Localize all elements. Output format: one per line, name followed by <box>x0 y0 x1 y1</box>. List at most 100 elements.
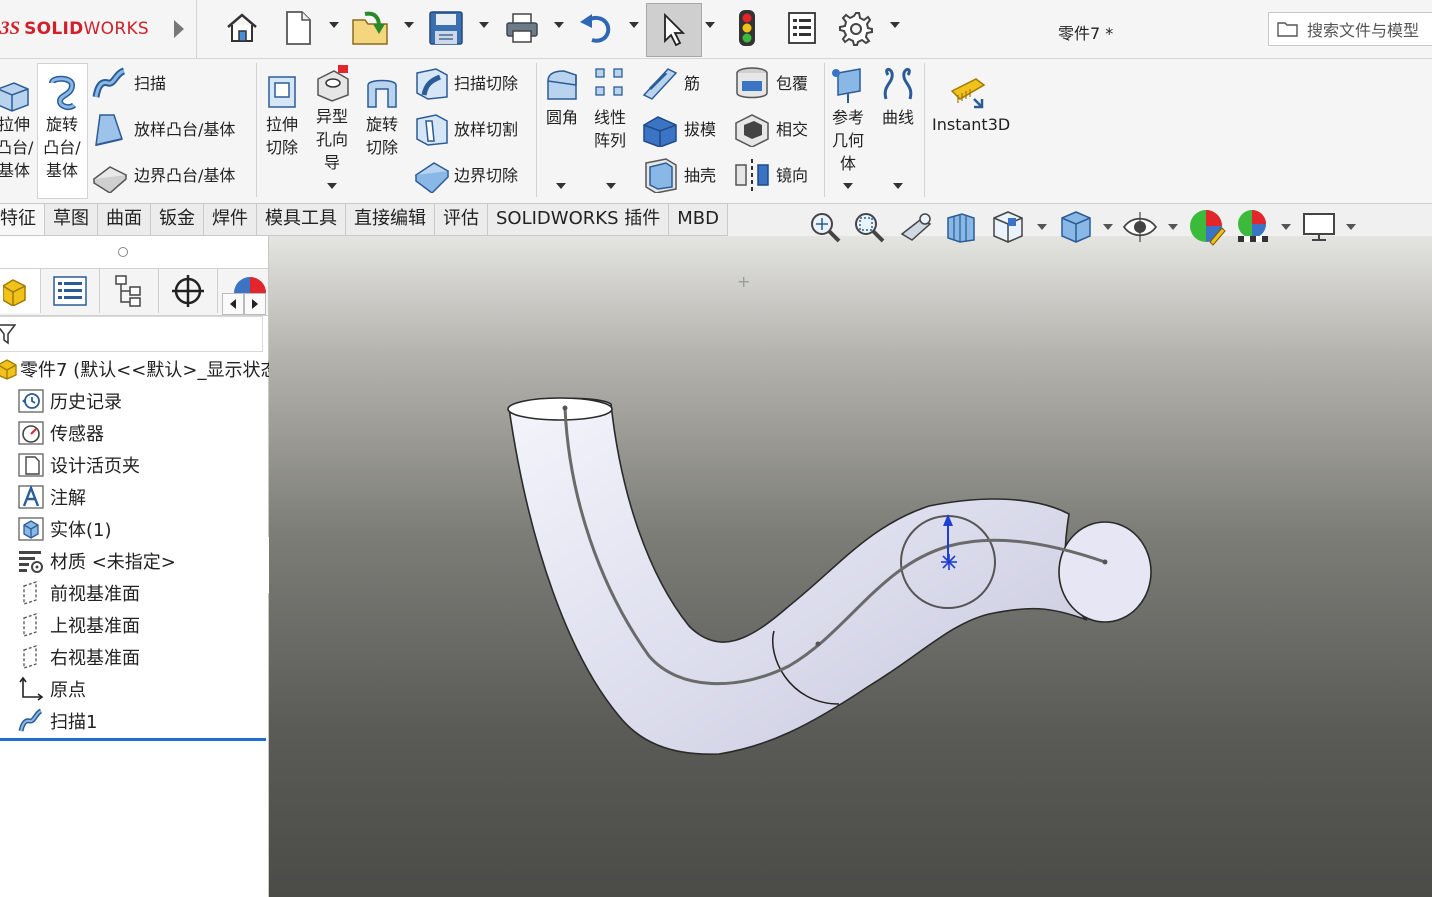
search-input[interactable]: 搜索文件与模型 <box>1268 12 1432 46</box>
curves-icon[interactable] <box>880 65 916 103</box>
swept-cut-label[interactable]: 扫描切除 <box>454 72 518 95</box>
linear-pattern-icon[interactable] <box>594 67 628 103</box>
wrap-icon[interactable] <box>734 65 770 101</box>
sweep-icon[interactable] <box>92 65 128 101</box>
instant3d-label[interactable]: Instant3D <box>932 113 1010 136</box>
hole-wizard-dropdown-icon[interactable] <box>327 183 337 189</box>
tree-root-part[interactable]: 零件7 (默认<<默认>_显示状态 <box>0 354 278 384</box>
tab-features[interactable]: 特征 <box>0 203 45 236</box>
sweep-body-model[interactable] <box>269 236 1432 897</box>
hole-wizard-label[interactable]: 异型 孔向 导 <box>312 105 352 174</box>
tab-surfaces[interactable]: 曲面 <box>98 203 151 236</box>
extrude-boss-label[interactable]: 拉伸 凸台/ 基体 <box>0 113 33 182</box>
zoom-to-area-icon[interactable] <box>852 210 886 244</box>
new-document-icon[interactable] <box>280 6 316 50</box>
right-end-face[interactable] <box>1058 521 1152 623</box>
open-icon[interactable] <box>350 6 394 50</box>
instant3d-icon[interactable] <box>948 73 988 113</box>
tab-mbd[interactable]: MBD <box>669 203 728 236</box>
boundary-cut-label[interactable]: 边界切除 <box>454 164 518 187</box>
previous-view-icon[interactable] <box>898 210 934 244</box>
rollback-bar[interactable] <box>0 738 266 741</box>
revolve-boss-label[interactable]: 旋转 凸台/ 基体 <box>40 113 84 182</box>
fillet-icon[interactable] <box>544 67 580 103</box>
graphics-viewport[interactable]: + <box>269 236 1432 897</box>
extrude-boss-icon[interactable] <box>0 79 30 113</box>
draft-label[interactable]: 拔模 <box>684 118 716 141</box>
display-style-dropdown-icon[interactable] <box>1103 224 1113 230</box>
display-style-icon[interactable] <box>1058 208 1094 244</box>
hole-wizard-icon[interactable] <box>314 65 352 103</box>
boundary-cut-icon[interactable] <box>414 157 450 193</box>
revolved-cut-icon[interactable] <box>364 75 400 111</box>
open-dropdown-caret-icon[interactable] <box>404 22 414 28</box>
tree-item-history[interactable]: 历史记录 <box>18 386 122 416</box>
section-view-icon[interactable] <box>944 210 978 244</box>
property-manager-icon[interactable] <box>41 269 100 313</box>
apply-scene-dropdown-icon[interactable] <box>1281 224 1291 230</box>
lofted-cut-label[interactable]: 放样切割 <box>454 118 518 141</box>
tab-sheet-metal[interactable]: 钣金 <box>151 203 204 236</box>
tree-item-right-plane[interactable]: 右视基准面 <box>18 642 140 672</box>
select-dropdown-caret-icon[interactable] <box>705 22 715 28</box>
options-dropdown-caret-icon[interactable] <box>890 22 900 28</box>
curves-dropdown-icon[interactable] <box>893 183 903 189</box>
tree-item-front-plane[interactable]: 前视基准面 <box>18 578 140 608</box>
save-icon[interactable] <box>426 6 466 50</box>
tree-item-material[interactable]: 材质 <未指定> <box>18 546 176 576</box>
reference-geometry-label[interactable]: 参考 几何 体 <box>828 106 868 175</box>
rib-label[interactable]: 筋 <box>684 72 700 95</box>
triad-origin-icon[interactable] <box>941 554 957 570</box>
file-properties-icon[interactable] <box>784 6 820 50</box>
revolve-boss-icon[interactable] <box>44 73 80 113</box>
swept-cut-icon[interactable] <box>414 65 450 101</box>
hide-show-dropdown-icon[interactable] <box>1168 224 1178 230</box>
shell-label[interactable]: 抽壳 <box>684 164 716 187</box>
undo-dropdown-caret-icon[interactable] <box>629 22 639 28</box>
sweep-label[interactable]: 扫描 <box>134 72 166 95</box>
options-gear-icon[interactable] <box>836 6 876 50</box>
save-dropdown-caret-icon[interactable] <box>479 22 489 28</box>
select-pointer-icon[interactable] <box>646 3 702 57</box>
mirror-label[interactable]: 镜向 <box>776 164 808 187</box>
tab-mold-tools[interactable]: 模具工具 <box>257 203 346 236</box>
curves-label[interactable]: 曲线 <box>878 106 918 129</box>
tree-item-annotations[interactable]: 注解 <box>18 482 86 512</box>
new-dropdown-caret-icon[interactable] <box>329 22 339 28</box>
feature-manager-icon[interactable] <box>0 269 41 313</box>
tree-item-design-binder[interactable]: 设计活页夹 <box>18 450 140 480</box>
hide-show-items-icon[interactable] <box>1122 210 1158 244</box>
view-settings-dropdown-icon[interactable] <box>1346 224 1356 230</box>
apply-scene-icon[interactable] <box>1234 208 1272 246</box>
configuration-manager-icon[interactable] <box>100 269 159 313</box>
intersect-icon[interactable] <box>734 111 770 147</box>
boundary-boss-icon[interactable] <box>92 157 128 193</box>
home-icon[interactable] <box>222 6 262 50</box>
print-icon[interactable] <box>502 6 542 50</box>
rebuild-traffic-light-icon[interactable] <box>732 6 762 50</box>
tree-filter-input[interactable] <box>0 316 263 352</box>
zoom-to-fit-icon[interactable] <box>808 210 842 244</box>
revolved-cut-label[interactable]: 旋转 切除 <box>360 113 404 159</box>
view-settings-icon[interactable] <box>1302 212 1336 242</box>
scroll-tabs-left-icon[interactable] <box>222 293 244 315</box>
extruded-cut-icon[interactable] <box>266 71 298 111</box>
tab-sketch[interactable]: 草图 <box>45 203 98 236</box>
display-manager-icon[interactable] <box>230 273 266 293</box>
fillet-label[interactable]: 圆角 <box>542 106 582 129</box>
linear-pattern-label[interactable]: 线性 阵列 <box>590 106 630 152</box>
extruded-cut-label[interactable]: 拉伸 切除 <box>262 113 302 159</box>
view-orientation-dropdown-icon[interactable] <box>1037 224 1047 230</box>
top-end-face[interactable] <box>507 397 613 421</box>
intersect-label[interactable]: 相交 <box>776 118 808 141</box>
sweep-tube-surface[interactable] <box>508 397 1088 755</box>
loft-boss-icon[interactable] <box>92 111 128 147</box>
lofted-cut-icon[interactable] <box>414 111 450 147</box>
reference-geometry-dropdown-icon[interactable] <box>843 183 853 189</box>
mirror-icon[interactable] <box>734 157 770 193</box>
expand-menu-arrow-icon[interactable] <box>174 20 184 38</box>
edit-appearance-icon[interactable] <box>1188 208 1226 246</box>
pattern-dropdown-icon[interactable] <box>606 183 616 189</box>
tree-item-sensors[interactable]: 传感器 <box>18 418 104 448</box>
shell-icon[interactable] <box>642 157 678 193</box>
